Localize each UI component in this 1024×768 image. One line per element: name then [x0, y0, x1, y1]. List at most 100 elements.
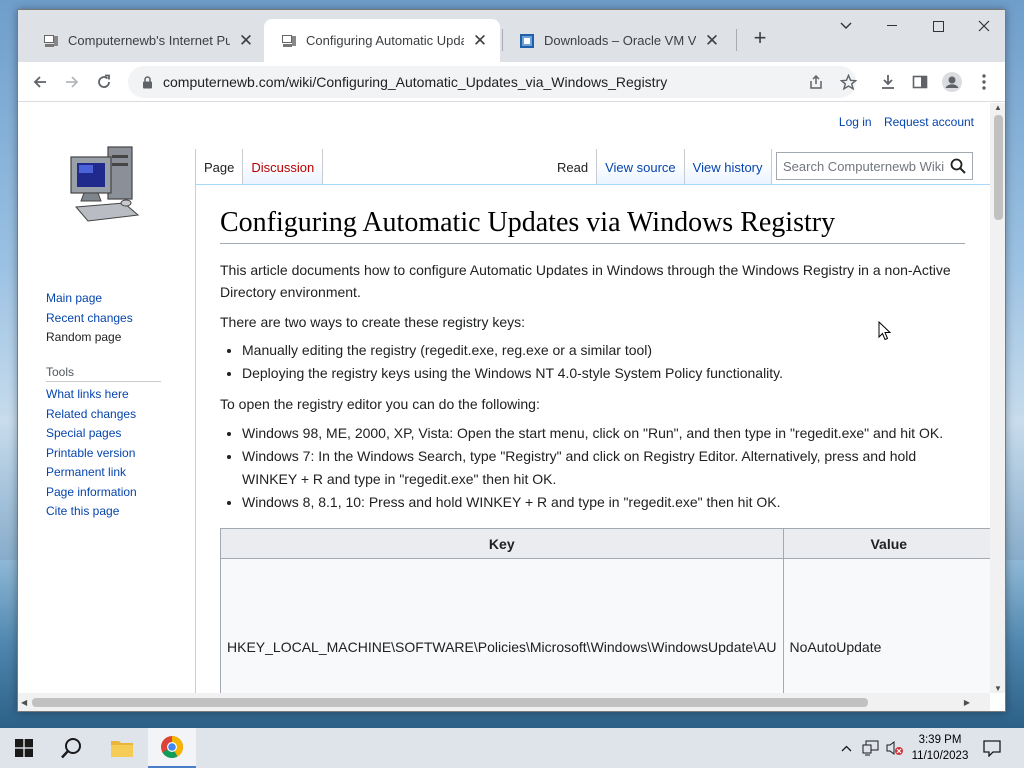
volume-muted-icon[interactable] — [884, 728, 906, 768]
open-steps-wrap: Windows 98, ME, 2000, XP, Vista: Open th… — [220, 422, 960, 514]
mouse-cursor-icon — [878, 320, 892, 346]
table-cell-key: HKEY_LOCAL_MACHINE\SOFTWARE\Policies\Mic… — [220, 558, 784, 693]
menu-kebab-icon[interactable] — [970, 68, 998, 96]
forward-button[interactable] — [58, 68, 86, 96]
wiki-sidebar: Main page Recent changes Random page Too… — [18, 103, 195, 693]
tab-title: Configuring Automatic Updates — [306, 33, 464, 48]
sidebar-item-special-pages[interactable]: Special pages — [46, 424, 137, 444]
registry-table: Key Value HKEY_LOCAL_MACHINE\SOFTWARE\Po… — [220, 528, 990, 693]
login-link[interactable]: Log in — [839, 115, 872, 129]
bookmark-star-icon[interactable] — [834, 68, 862, 96]
tab-internet-pub[interactable]: Computernewb's Internet Pub H ✕ — [26, 19, 266, 62]
minimize-button[interactable] — [869, 10, 915, 42]
tab-title: Downloads – Oracle VM VirtualB — [544, 33, 696, 48]
chrome-taskbar-icon[interactable] — [148, 728, 196, 768]
sidebar-item-recent-changes[interactable]: Recent changes — [46, 309, 133, 329]
close-window-button[interactable] — [961, 10, 1005, 42]
column-header-value: Value — [782, 528, 990, 559]
clock-time: 3:39 PM — [918, 734, 962, 746]
virtualbox-favicon-icon — [518, 32, 536, 50]
file-explorer-icon[interactable] — [98, 728, 146, 768]
start-button[interactable] — [0, 728, 48, 768]
search-icon[interactable] — [48, 728, 96, 768]
list-item: Manually editing the registry (regedit.e… — [242, 339, 960, 362]
table-header-row: Key Value — [220, 528, 990, 559]
side-panel-icon[interactable] — [906, 68, 934, 96]
system-clock[interactable]: 3:39 PM 11/10/2023 — [904, 732, 976, 764]
back-button[interactable] — [26, 68, 54, 96]
downloads-icon[interactable] — [874, 68, 902, 96]
address-bar[interactable]: computernewb.com/wiki/Configuring_Automa… — [128, 66, 856, 98]
namespace-tabs: Page Discussion — [195, 149, 324, 184]
browser-toolbar: computernewb.com/wiki/Configuring_Automa… — [18, 62, 1005, 102]
network-icon[interactable] — [860, 728, 882, 768]
tab-view-history[interactable]: View history — [684, 149, 772, 184]
sidebar-item-random-page[interactable]: Random page — [46, 328, 133, 348]
table-row: HKEY_LOCAL_MACHINE\SOFTWARE\Policies\Mic… — [220, 558, 990, 693]
sidebar-item-what-links-here[interactable]: What links here — [46, 385, 137, 405]
list-item: Windows 98, ME, 2000, XP, Vista: Open th… — [242, 422, 960, 445]
sidebar-item-cite-this-page[interactable]: Cite this page — [46, 502, 137, 522]
open-steps-list: Windows 98, ME, 2000, XP, Vista: Open th… — [242, 422, 960, 514]
new-tab-button[interactable]: + — [748, 26, 772, 50]
ways-intro: There are two ways to create these regis… — [220, 314, 526, 330]
tab-view-source[interactable]: View source — [597, 149, 685, 184]
computer-favicon-icon — [42, 32, 60, 50]
tab-close-icon[interactable]: ✕ — [236, 31, 256, 51]
wiki-search-input[interactable]: Search Computernewb Wiki — [776, 152, 973, 180]
list-item: Windows 8, 8.1, 10: Press and hold WINKE… — [242, 491, 960, 514]
lock-icon[interactable] — [142, 75, 153, 89]
scroll-right-arrow-icon[interactable]: ▶ — [964, 698, 970, 707]
personal-tools: Log in Request account — [830, 115, 974, 129]
tab-discussion[interactable]: Discussion — [243, 149, 324, 184]
scroll-left-arrow-icon[interactable]: ◀ — [21, 698, 27, 707]
page-viewport: Main page Recent changes Random page Too… — [18, 103, 990, 693]
share-icon[interactable] — [802, 68, 830, 96]
browser-window: Computernewb's Internet Pub H ✕ Configur… — [17, 9, 1006, 712]
list-item: Deploying the registry keys using the Wi… — [242, 362, 960, 385]
tools-divider — [46, 381, 161, 382]
tab-separator — [736, 29, 737, 51]
vertical-scrollbar[interactable]: ▲ ▼ — [990, 103, 1005, 693]
sidebar-item-main-page[interactable]: Main page — [46, 289, 133, 309]
intro-paragraph: This article documents how to configure … — [220, 262, 951, 300]
vertical-scroll-thumb[interactable] — [994, 115, 1003, 220]
search-placeholder: Search Computernewb Wiki — [783, 158, 945, 174]
tab-read[interactable]: Read — [549, 149, 598, 184]
computer-favicon-icon — [280, 32, 298, 50]
maximize-button[interactable] — [915, 10, 961, 42]
horizontal-scrollbar[interactable]: ◀ ▶ — [18, 693, 990, 711]
scroll-up-arrow-icon[interactable]: ▲ — [994, 103, 1002, 112]
list-item: Windows 7: In the Windows Search, type "… — [242, 445, 960, 491]
wiki-logo[interactable] — [68, 141, 144, 227]
page-title: Configuring Automatic Updates via Window… — [220, 207, 965, 244]
tab-downloads-virtualbox[interactable]: Downloads – Oracle VM VirtualB ✕ — [502, 19, 732, 62]
tab-close-icon[interactable]: ✕ — [702, 31, 722, 51]
tab-configuring-updates[interactable]: Configuring Automatic Updates ✕ — [264, 19, 500, 62]
sidebar-item-permanent-link[interactable]: Permanent link — [46, 463, 137, 483]
horizontal-scroll-thumb[interactable] — [32, 698, 868, 707]
search-icon[interactable] — [950, 158, 966, 177]
table-cell-value: NoAutoUpdate — [782, 558, 990, 693]
tab-page[interactable]: Page — [195, 149, 244, 184]
notifications-icon[interactable] — [980, 728, 1004, 768]
tray-overflow-chevron-icon[interactable] — [836, 728, 856, 768]
tab-title: Computernewb's Internet Pub H — [68, 33, 230, 48]
reload-button[interactable] — [90, 68, 118, 96]
tab-strip: Computernewb's Internet Pub H ✕ Configur… — [18, 10, 1005, 62]
scroll-down-arrow-icon[interactable]: ▼ — [994, 684, 1002, 693]
tab-close-icon[interactable]: ✕ — [470, 31, 490, 51]
sidebar-tools: What links here Related changes Special … — [46, 385, 137, 522]
column-header-key: Key — [220, 528, 784, 559]
tab-search-chevron-icon[interactable] — [823, 10, 869, 42]
ways-list: Manually editing the registry (regedit.e… — [242, 339, 960, 385]
sidebar-item-printable-version[interactable]: Printable version — [46, 444, 137, 464]
tools-heading: Tools — [46, 365, 75, 379]
view-tabs: Read View source View history — [549, 149, 772, 184]
request-account-link[interactable]: Request account — [884, 115, 974, 129]
taskbar: 3:39 PM 11/10/2023 — [0, 728, 1024, 768]
profile-avatar-icon[interactable] — [938, 68, 966, 96]
sidebar-item-related-changes[interactable]: Related changes — [46, 405, 137, 425]
article-content: Configuring Automatic Updates via Window… — [195, 184, 990, 693]
sidebar-item-page-information[interactable]: Page information — [46, 483, 137, 503]
